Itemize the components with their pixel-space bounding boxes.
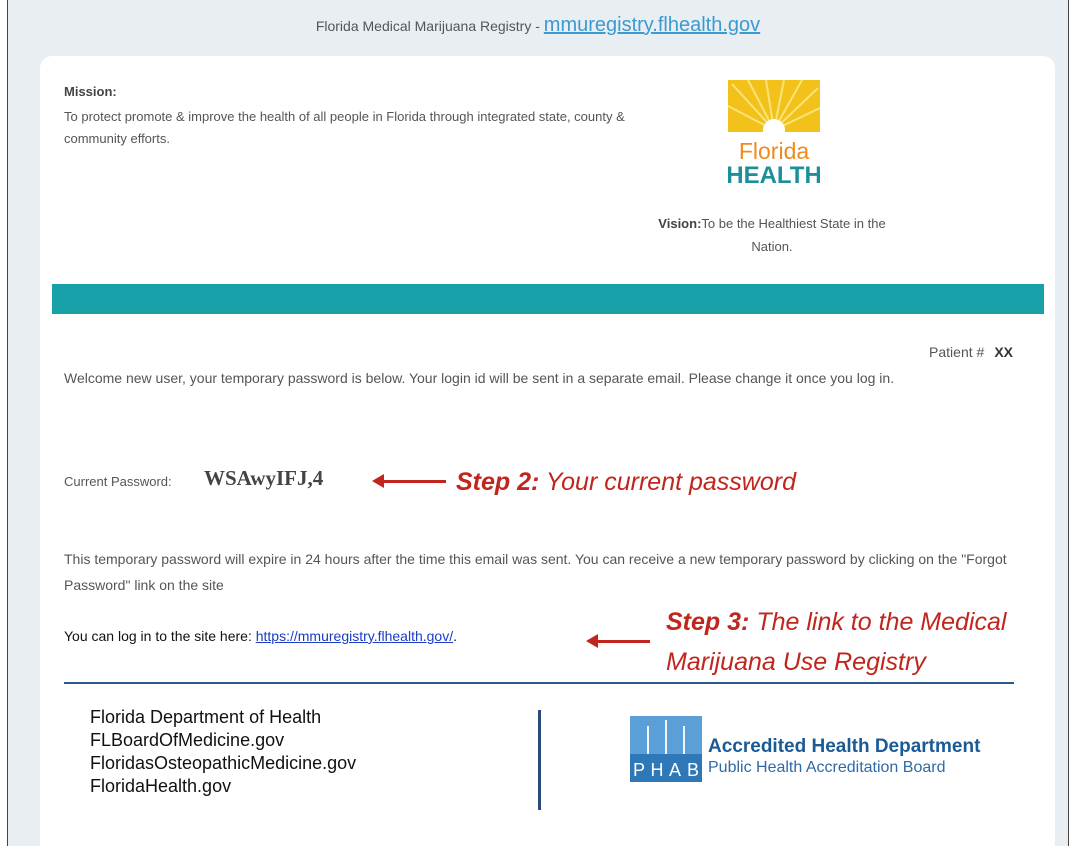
footer-link-doh[interactable]: Florida Department of Health [90, 706, 356, 729]
phab-letter-b: B [687, 760, 699, 780]
phab-logo-icon: P H A B [630, 716, 702, 782]
login-suffix: . [453, 628, 457, 644]
phab-letter-a: A [669, 760, 681, 780]
step3-annotation: Step 3: The link to the Medical Marijuan… [666, 602, 1006, 682]
phab-letter-h: H [651, 760, 664, 780]
footer-link-florida-health[interactable]: FloridaHealth.gov [90, 775, 356, 798]
header-prefix: Florida Medical Marijuana Registry - [315, 18, 540, 34]
password-value: WSAwyIFJ,4 [204, 466, 324, 490]
patient-label: Patient # [929, 344, 985, 360]
patient-value: XX [994, 344, 1013, 360]
step3-text-line2: Marijuana Use Registry [666, 648, 926, 676]
step3-arrow-icon [586, 634, 650, 648]
login-prefix: You can log in to the site here: [64, 628, 252, 644]
step3-label: Step 3: [666, 608, 750, 636]
footer-link-board-of-medicine[interactable]: FLBoardOfMedicine.gov [90, 729, 356, 752]
vision-label: Vision: [658, 216, 702, 231]
mission-title: Mission: [64, 84, 117, 99]
footer-divider [64, 682, 1014, 684]
vision-text: To be the Healthiest State in the Nation… [701, 216, 886, 254]
expiration-notice: This temporary password will expire in 2… [64, 551, 1007, 593]
footer-vertical-divider [538, 710, 541, 810]
step3-text-line1: The link to the Medical [756, 608, 1007, 636]
patient-number: Patient # XX [929, 344, 1013, 360]
mission-text: To protect promote & improve the health … [64, 109, 625, 146]
email-frame: Florida Medical Marijuana Registry - mmu… [7, 0, 1069, 856]
logo-florida-text: Florida [739, 138, 810, 164]
login-line: You can log in to the site here: https:/… [64, 628, 457, 644]
header-registry-link[interactable]: mmuregistry.flhealth.gov [544, 14, 760, 36]
email-card: Mission: To protect promote & improve th… [40, 56, 1055, 856]
footer-link-osteopathic[interactable]: FloridasOsteopathicMedicine.gov [90, 752, 356, 775]
registry-login-link[interactable]: https://mmuregistry.flhealth.gov/ [256, 628, 453, 644]
step2-text: Your current password [545, 468, 796, 496]
teal-divider-bar [52, 284, 1044, 314]
logo-health-text: HEALTH [728, 162, 820, 186]
email-header: Florida Medical Marijuana Registry - mmu… [8, 14, 1068, 37]
phab-subtitle: Public Health Accreditation Board [708, 759, 946, 776]
step2-annotation: Step 2: Your current password [456, 462, 796, 502]
step2-label: Step 2: [456, 468, 540, 496]
florida-health-logo: Florida HEALTH [728, 80, 820, 186]
phab-letter-p: P [633, 760, 645, 780]
phab-title: Accredited Health Department [708, 736, 981, 757]
step2-arrow-icon [372, 474, 446, 488]
password-label: Current Password: [64, 474, 172, 489]
vision-statement: Vision:To be the Healthiest State in the… [652, 212, 892, 258]
footer-links: Florida Department of Health FLBoardOfMe… [90, 706, 356, 798]
welcome-message: Welcome new user, your temporary passwor… [64, 370, 895, 386]
